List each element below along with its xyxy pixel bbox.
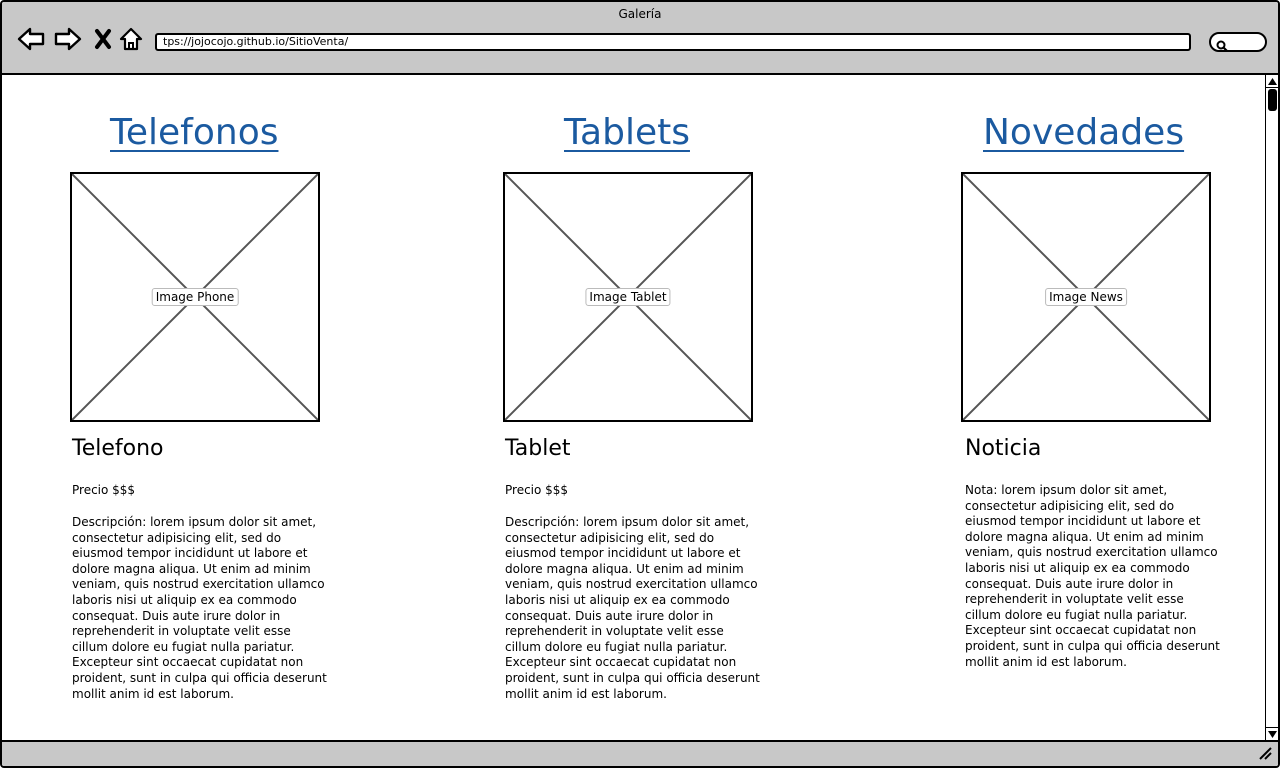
- item-name: Tablet: [505, 436, 571, 461]
- window-title: Galería: [618, 7, 662, 21]
- image-label: Image News: [1045, 288, 1127, 306]
- url-bar[interactable]: tps://jojocojo.github.io/SitioVenta/: [155, 33, 1191, 51]
- item-description: Nota: lorem ipsum dolor sit amet, consec…: [965, 483, 1220, 669]
- item-name: Noticia: [965, 436, 1042, 461]
- search-input[interactable]: [1209, 32, 1267, 52]
- item-price: Precio $$$: [72, 483, 136, 497]
- forward-arrow-icon[interactable]: [53, 24, 83, 54]
- scroll-up-arrow-icon[interactable]: [1266, 75, 1278, 88]
- browser-window: Galería tps://jojocojo.github.io/SitioVe…: [0, 0, 1280, 768]
- close-icon[interactable]: [88, 24, 118, 54]
- item-description: Descripción: lorem ipsum dolor sit amet,…: [72, 515, 327, 701]
- image-placeholder-news: Image News: [961, 172, 1211, 422]
- section-link-novedades[interactable]: Novedades: [983, 112, 1184, 153]
- item-price: Precio $$$: [505, 483, 569, 497]
- image-placeholder-tablet: Image Tablet: [503, 172, 753, 422]
- resize-grip-icon[interactable]: [1258, 745, 1272, 764]
- status-bar: [2, 740, 1278, 766]
- scroll-thumb[interactable]: [1268, 89, 1277, 111]
- item-name: Telefono: [72, 436, 164, 461]
- home-icon[interactable]: [116, 24, 146, 54]
- vertical-scrollbar[interactable]: [1265, 75, 1278, 740]
- section-link-tablets[interactable]: Tablets: [564, 112, 690, 153]
- item-description: Descripción: lorem ipsum dolor sit amet,…: [505, 515, 760, 701]
- browser-chrome: Galería tps://jojocojo.github.io/SitioVe…: [2, 2, 1278, 75]
- section-link-telefonos[interactable]: Telefonos: [110, 112, 278, 153]
- image-label: Image Tablet: [585, 288, 671, 306]
- image-label: Image Phone: [151, 288, 239, 306]
- scroll-down-arrow-icon[interactable]: [1266, 727, 1278, 740]
- back-arrow-icon[interactable]: [16, 24, 46, 54]
- search-icon: [1216, 37, 1228, 56]
- image-placeholder-phone: Image Phone: [70, 172, 320, 422]
